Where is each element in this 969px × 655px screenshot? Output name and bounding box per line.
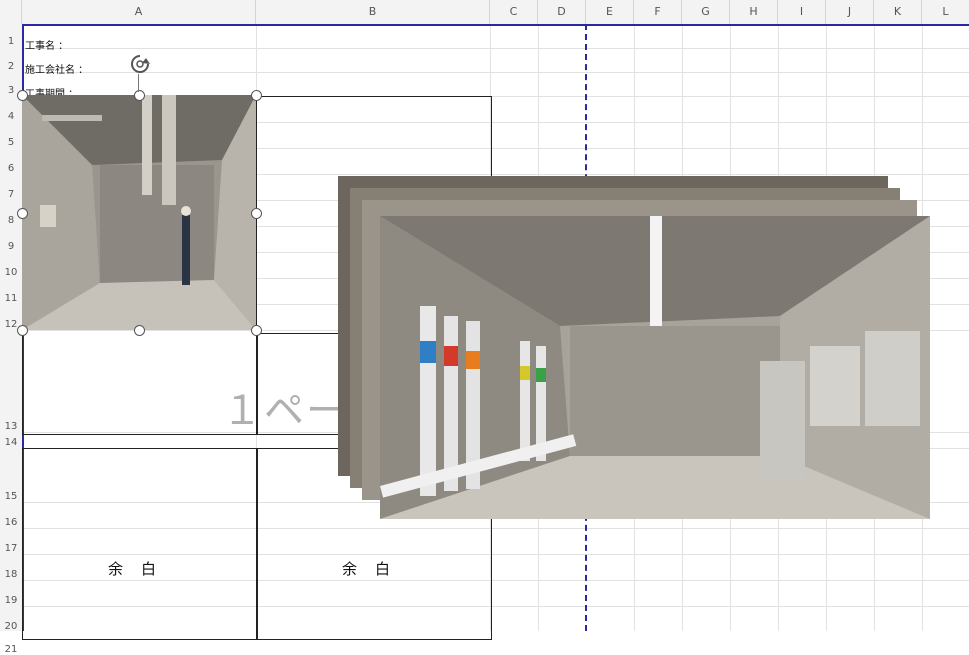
resize-handle-top-middle[interactable] <box>134 90 145 101</box>
row-header-15[interactable]: 15 <box>0 491 22 502</box>
resize-handle-middle-right[interactable] <box>251 208 262 219</box>
row-header-5[interactable]: 5 <box>0 137 22 148</box>
row-header-20[interactable]: 20 <box>0 621 22 632</box>
column-header-h[interactable]: H <box>730 0 778 24</box>
column-header-bar: A B C D E F G H I J K L <box>0 0 969 25</box>
column-header-j[interactable]: J <box>826 0 874 24</box>
row-header-13[interactable]: 13 <box>0 421 22 432</box>
cell-a2-label[interactable]: 施工会社名 ： <box>25 61 88 76</box>
resize-handle-bottom-left[interactable] <box>17 325 28 336</box>
row-header-17[interactable]: 17 <box>0 543 22 554</box>
column-header-k[interactable]: K <box>874 0 922 24</box>
resize-handle-bottom-middle[interactable] <box>134 325 145 336</box>
pipe-room-image <box>380 216 930 519</box>
column-header-i[interactable]: I <box>778 0 826 24</box>
blank-label-left: 余白 <box>108 560 175 578</box>
photo-frame-left-bottom <box>22 448 258 640</box>
row-header-14[interactable]: 14 <box>0 437 22 448</box>
column-header-g[interactable]: G <box>682 0 730 24</box>
print-area-top-border <box>22 24 969 26</box>
row-header-9[interactable]: 9 <box>0 241 22 252</box>
rotate-handle-icon[interactable] <box>128 52 152 76</box>
row-header-7[interactable]: 7 <box>0 189 22 200</box>
row-header-21[interactable]: 21 <box>0 644 22 655</box>
cell-a1-label[interactable]: 工事名 ： <box>25 37 68 52</box>
resize-handle-top-left[interactable] <box>17 90 28 101</box>
resize-handle-top-right[interactable] <box>251 90 262 101</box>
column-header-f[interactable]: F <box>634 0 682 24</box>
row-header-10[interactable]: 10 <box>0 267 22 278</box>
row-header-11[interactable]: 11 <box>0 293 22 304</box>
column-header-l[interactable]: L <box>922 0 969 24</box>
column-header-d[interactable]: D <box>538 0 586 24</box>
column-header-a[interactable]: A <box>22 0 256 24</box>
column-header-b[interactable]: B <box>256 0 490 24</box>
resize-handle-bottom-right[interactable] <box>251 325 262 336</box>
blank-label-right: 余白 <box>342 560 409 578</box>
row-header-6[interactable]: 6 <box>0 163 22 174</box>
stacked-photo-pipe-room-front[interactable] <box>380 216 930 519</box>
row-header-18[interactable]: 18 <box>0 569 22 580</box>
row-header-1[interactable]: 1 <box>0 36 22 47</box>
corner-select-all[interactable] <box>0 0 22 24</box>
resize-handle-middle-left[interactable] <box>17 208 28 219</box>
row-header-19[interactable]: 19 <box>0 595 22 606</box>
row-header-4[interactable]: 4 <box>0 111 22 122</box>
column-header-e[interactable]: E <box>586 0 634 24</box>
selected-photo-concrete-room[interactable] <box>22 95 256 330</box>
row-header-16[interactable]: 16 <box>0 517 22 528</box>
row-header-2[interactable]: 2 <box>0 61 22 72</box>
concrete-room-image <box>22 95 256 330</box>
column-header-c[interactable]: C <box>490 0 538 24</box>
